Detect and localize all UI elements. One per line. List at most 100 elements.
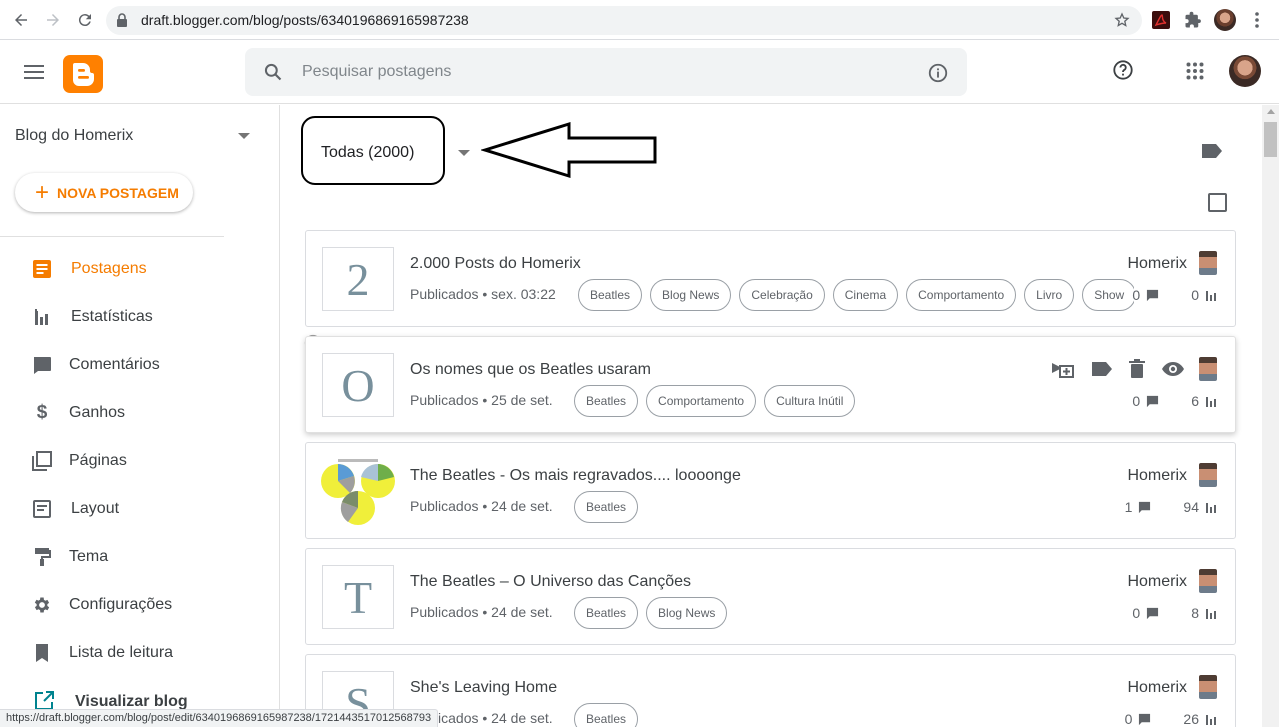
label-chip[interactable]: Beatles: [574, 597, 639, 629]
scroll-up-arrow-icon[interactable]: [1267, 109, 1275, 114]
blog-selector-caret-icon[interactable]: [238, 133, 250, 139]
profile-avatar-icon[interactable]: [1214, 9, 1236, 31]
label-chip[interactable]: Blog News: [646, 597, 728, 629]
search-input[interactable]: [302, 58, 902, 86]
address-bar[interactable]: draft.blogger.com/blog/posts/63401968691…: [106, 6, 1142, 35]
views-chart-icon: [1206, 503, 1216, 513]
forward-icon[interactable]: [41, 8, 65, 32]
share-post-icon[interactable]: [1051, 359, 1075, 379]
post-labels: Beatles Blog News: [574, 597, 874, 629]
preview-eye-icon[interactable]: [1161, 359, 1185, 379]
label-chip[interactable]: Beatles: [574, 703, 639, 727]
label-chip[interactable]: Celebração: [739, 279, 825, 311]
scrollbar-thumb[interactable]: [1264, 122, 1277, 157]
label-chip[interactable]: Beatles: [578, 279, 643, 311]
post-status: Publicados • 25 de set.: [410, 392, 553, 408]
gear-icon: [32, 595, 52, 615]
bookmark-star-icon[interactable]: [1114, 12, 1130, 33]
post-row[interactable]: 2 2.000 Posts do Homerix Publicados • se…: [305, 230, 1236, 327]
post-stats: 1 94: [1125, 499, 1217, 515]
url-text: draft.blogger.com/blog/posts/63401968691…: [141, 12, 469, 28]
label-chip[interactable]: Comportamento: [646, 385, 757, 417]
sidebar-item-label: Páginas: [69, 452, 127, 469]
paint-roller-icon: [32, 547, 52, 567]
post-stats: 0 8: [1132, 605, 1217, 621]
post-row[interactable]: The Beatles - Os mais regravados.... loo…: [305, 442, 1236, 539]
views-chart-icon: [1206, 291, 1216, 301]
sidebar-item-settings[interactable]: Configurações: [0, 581, 279, 629]
posts-icon: [32, 259, 52, 279]
comment-icon: [1139, 713, 1151, 725]
blog-selector[interactable]: Blog do Homerix: [15, 127, 133, 145]
filter-caret-icon[interactable]: [458, 150, 470, 156]
pages-icon: [32, 451, 52, 471]
stats-icon: [32, 307, 52, 327]
blogger-logo-icon[interactable]: [63, 55, 103, 93]
post-stats: 0 6: [1132, 393, 1217, 409]
page-scrollbar[interactable]: [1262, 105, 1279, 727]
trash-icon[interactable]: [1129, 359, 1145, 379]
label-chip[interactable]: Comportamento: [906, 279, 1017, 311]
sidebar-item-reading-list[interactable]: Lista de leitura: [0, 629, 279, 677]
sidebar-item-label: Postagens: [71, 260, 147, 277]
post-title[interactable]: She's Leaving Home: [410, 679, 557, 697]
sidebar-item-theme[interactable]: Tema: [0, 533, 279, 581]
app-header: [0, 40, 1279, 104]
label-chip[interactable]: Beatles: [574, 385, 639, 417]
author-avatar: [1199, 357, 1217, 381]
select-all-checkbox[interactable]: [1208, 193, 1227, 212]
label-chip[interactable]: Beatles: [574, 491, 639, 523]
sidebar-item-stats[interactable]: Estatísticas: [0, 293, 279, 341]
sidebar-item-posts[interactable]: Postagens: [0, 245, 279, 293]
label-chip[interactable]: Show: [1082, 279, 1134, 311]
post-labels: Beatles Blog News Celebração Cinema Comp…: [578, 279, 1134, 311]
post-title[interactable]: The Beatles - Os mais regravados.... loo…: [410, 467, 741, 485]
post-row[interactable]: O Os nomes que os Beatles usaram Publica…: [305, 336, 1236, 433]
post-title[interactable]: 2.000 Posts do Homerix: [410, 255, 581, 273]
post-status: Publicados • 24 de set.: [410, 604, 553, 620]
label-chip[interactable]: Livro: [1024, 279, 1075, 311]
search-icon[interactable]: [263, 62, 283, 87]
annotation-arrow: [481, 121, 657, 179]
sidebar-item-pages[interactable]: Páginas: [0, 437, 279, 485]
comment-count: 0: [1124, 711, 1133, 727]
sidebar-item-label: Estatísticas: [71, 308, 153, 325]
post-status: Publicados • sex. 03:22: [410, 286, 556, 302]
back-icon[interactable]: [9, 8, 33, 32]
comment-count: 0: [1132, 287, 1141, 303]
post-stats: 0 0: [1132, 287, 1217, 303]
post-thumbnail: T: [322, 565, 394, 629]
post-row[interactable]: T The Beatles – O Universo das Canções P…: [305, 548, 1236, 645]
sidebar-item-earnings[interactable]: $ Ganhos: [0, 389, 279, 437]
browser-menu-icon[interactable]: [1246, 9, 1268, 31]
label-chip[interactable]: Cinema: [832, 279, 899, 311]
apps-grid-icon[interactable]: [1186, 62, 1204, 85]
pdf-extension-icon[interactable]: [1150, 9, 1172, 31]
account-avatar[interactable]: [1229, 55, 1261, 87]
label-icon[interactable]: [1091, 359, 1113, 379]
post-row[interactable]: S She's Leaving Home Publicados • 24 de …: [305, 654, 1236, 727]
sidebar: Blog do Homerix + NOVA POSTAGEM Postagen…: [0, 105, 280, 727]
sidebar-item-comments[interactable]: Comentários: [0, 341, 279, 389]
plus-icon: +: [35, 178, 50, 206]
new-post-button[interactable]: + NOVA POSTAGEM: [15, 173, 193, 212]
label-icon[interactable]: [1201, 143, 1223, 164]
view-count: 0: [1191, 287, 1199, 303]
views-chart-icon: [1206, 397, 1216, 407]
extensions-puzzle-icon[interactable]: [1182, 9, 1204, 31]
post-title[interactable]: The Beatles – O Universo das Canções: [410, 573, 691, 591]
post-author: Homerix: [1127, 255, 1187, 272]
help-icon[interactable]: [1112, 59, 1134, 86]
label-chip[interactable]: Cultura Inútil: [764, 385, 856, 417]
post-status: Publicados • 24 de set.: [410, 498, 553, 514]
label-chip[interactable]: Blog News: [650, 279, 732, 311]
info-icon[interactable]: [927, 62, 949, 89]
hamburger-menu-icon[interactable]: [24, 60, 44, 89]
status-bar-url: https://draft.blogger.com/blog/post/edit…: [0, 709, 439, 727]
post-filter-select[interactable]: Todas (2000): [321, 144, 414, 162]
sidebar-item-layout[interactable]: Layout: [0, 485, 279, 533]
reload-icon[interactable]: [73, 8, 97, 32]
post-title[interactable]: Os nomes que os Beatles usaram: [410, 361, 651, 379]
post-thumbnail: O: [322, 353, 394, 417]
post-labels: Beatles Comportamento Cultura Inútil: [574, 385, 974, 417]
